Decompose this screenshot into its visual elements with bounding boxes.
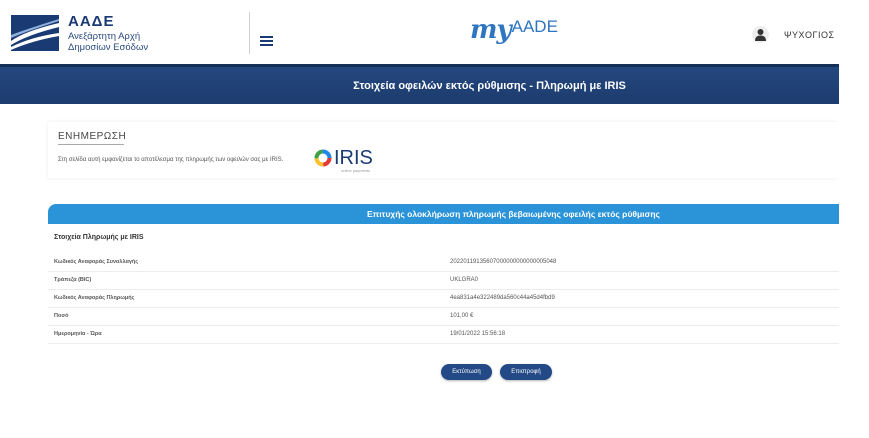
page-title-band: Στοιχεία οφειλών εκτός ρύθμισης - Πληρωμ…: [0, 64, 839, 104]
brand-my: my: [470, 15, 512, 45]
logo-subtitle-line1: Ανεξάρτητη Αρχή: [68, 31, 141, 42]
row-value: 4ea831a4e322489da560c44a45d4fbd9: [450, 295, 555, 301]
payment-details-table: Κωδικός Αναφοράς Συναλλαγής 202201191356…: [48, 254, 839, 344]
iris-logo: IRIS online payments: [314, 147, 374, 175]
username[interactable]: ΨΥΧΟΓΙΟΣ: [784, 30, 835, 40]
logo-subtitle-line2: Δημοσίων Εσόδων: [68, 42, 149, 53]
iris-ring-icon: [314, 149, 332, 167]
right-gutter: [839, 64, 869, 438]
print-button[interactable]: Εκτύπωση: [441, 364, 492, 380]
myaade-brand-logo[interactable]: myAADE: [470, 15, 558, 45]
user-avatar-icon[interactable]: [752, 26, 769, 43]
row-label: Κωδικός Αναφοράς Συναλλαγής: [54, 259, 139, 265]
table-row: Ποσό 101,00 €: [48, 308, 839, 326]
row-value: 20220119135607000000000000005048: [450, 259, 557, 265]
page-title: Στοιχεία οφειλών εκτός ρύθμισης - Πληρωμ…: [353, 80, 626, 92]
row-label: Ποσό: [54, 313, 69, 319]
logo-title: ΑΑΔΕ: [68, 13, 115, 30]
info-box: ΕΝΗΜΕΡΩΣΗ Στη σελίδα αυτή εμφανίζεται το…: [48, 122, 839, 178]
table-row: Ημερομηνία - Ώρα 19/01/2022 15:56:18: [48, 326, 839, 344]
info-title-underline: [58, 144, 124, 145]
result-header-text: Επιτυχής ολοκλήρωση πληρωμής βεβαιωμένης…: [367, 209, 660, 219]
logo-subtitle: Ανεξάρτητη Αρχή Δημοσίων Εσόδων: [68, 31, 148, 53]
table-row: Κωδικός Αναφοράς Συναλλαγής 202201191356…: [48, 254, 839, 272]
row-label: Τράπεζα (BIC): [54, 277, 92, 283]
info-text: Στη σελίδα αυτή εμφανίζεται το αποτέλεσμ…: [58, 157, 284, 163]
info-title: ΕΝΗΜΕΡΩΣΗ: [58, 131, 127, 142]
header: ΑΑΔΕ Ανεξάρτητη Αρχή Δημοσίων Εσόδων myA…: [0, 0, 869, 64]
header-divider: [249, 12, 250, 54]
row-value: UKLGRA0: [450, 277, 479, 283]
aade-flag-logo-icon[interactable]: [11, 15, 59, 51]
row-value: 101,00 €: [450, 313, 474, 319]
result-header: Επιτυχής ολοκλήρωση πληρωμής βεβαιωμένης…: [48, 204, 839, 224]
hamburger-menu-icon[interactable]: [260, 36, 273, 46]
row-label: Κωδικός Αναφοράς Πληρωμής: [54, 295, 135, 301]
result-panel: Επιτυχής ολοκλήρωση πληρωμής βεβαιωμένης…: [48, 204, 839, 344]
row-label: Ημερομηνία - Ώρα: [54, 331, 102, 337]
iris-tagline: online payments: [341, 168, 371, 173]
iris-word: IRIS: [334, 147, 373, 169]
brand-aade: AADE: [511, 17, 558, 36]
back-button[interactable]: Επιστροφή: [500, 364, 552, 380]
section-title: Στοιχεία Πληρωμής με IRIS: [54, 234, 144, 241]
row-value: 19/01/2022 15:56:18: [450, 331, 506, 337]
table-row: Κωδικός Αναφοράς Πληρωμής 4ea831a4e32248…: [48, 290, 839, 308]
table-row: Τράπεζα (BIC) UKLGRA0: [48, 272, 839, 290]
